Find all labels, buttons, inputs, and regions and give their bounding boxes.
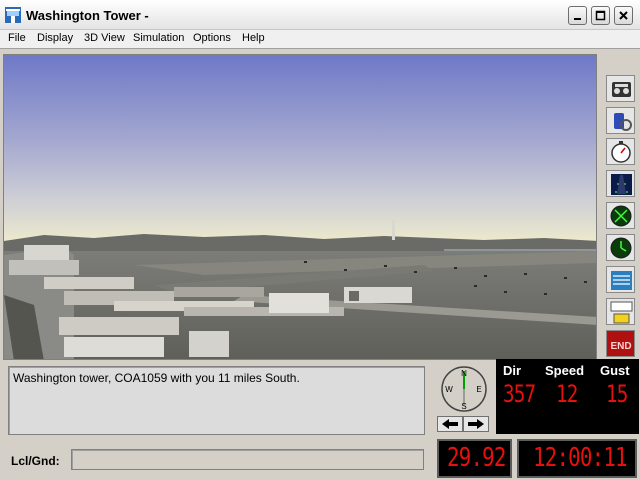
wind-direction: 357	[503, 380, 536, 408]
compass-icon: N W E S	[441, 366, 487, 412]
menu-3d-view[interactable]: 3D View	[84, 32, 125, 44]
mask-button[interactable]	[606, 107, 635, 134]
runway-button[interactable]	[606, 170, 635, 197]
radar-button[interactable]	[606, 202, 635, 229]
tower-app-icon	[5, 7, 21, 23]
lcl-gnd-input[interactable]	[71, 449, 424, 470]
radar-clock-icon	[610, 237, 632, 259]
window-title: Washington Tower -	[26, 8, 149, 23]
wind-dir-label: Dir	[503, 363, 522, 378]
rotate-left-button[interactable]	[437, 416, 463, 432]
menu-help[interactable]: Help	[242, 32, 265, 44]
compass-s: S	[461, 402, 466, 411]
compass-n: N	[461, 369, 467, 378]
arrow-right-icon	[468, 419, 484, 429]
strip-icon	[610, 301, 633, 324]
menu-options[interactable]: Options	[193, 32, 231, 44]
close-button[interactable]	[614, 6, 633, 25]
end-icon: END	[610, 341, 631, 352]
message-text: Washington tower, COA1059 with you 11 mi…	[13, 371, 300, 385]
mask-icon	[614, 113, 632, 131]
maximize-button[interactable]	[591, 6, 610, 25]
radar-clock-button[interactable]	[606, 234, 635, 261]
strip-button[interactable]	[606, 298, 635, 325]
altimeter-value: 29.92	[447, 443, 506, 473]
stopwatch-button[interactable]	[606, 138, 635, 165]
list-button[interactable]	[606, 266, 635, 293]
list-icon	[611, 271, 632, 290]
radio-icon	[612, 82, 631, 97]
clock-value: 12:00:11	[533, 443, 628, 473]
app-window: Washington Tower - File Display 3D View …	[0, 0, 640, 480]
minimize-button[interactable]	[568, 6, 587, 25]
wind-gust: 15	[606, 380, 628, 408]
menu-simulation[interactable]: Simulation	[133, 32, 184, 44]
right-toolbar: END	[601, 73, 639, 358]
lcl-gnd-label: Lcl/Gnd:	[11, 454, 60, 468]
title-bar[interactable]: Washington Tower -	[0, 0, 640, 30]
radar-icon	[610, 205, 632, 227]
svg-text:END: END	[610, 341, 631, 352]
wind-speed: 12	[556, 380, 578, 408]
tower-3d-view[interactable]	[3, 54, 597, 360]
menu-file[interactable]: File	[8, 32, 26, 44]
rotate-right-button[interactable]	[463, 416, 489, 432]
message-panel: Washington tower, COA1059 with you 11 mi…	[8, 366, 425, 435]
maximize-icon	[595, 10, 606, 21]
compass-w: W	[445, 385, 453, 394]
arrow-left-icon	[442, 419, 458, 429]
compass-e: E	[476, 385, 481, 394]
wind-gust-label: Gust	[600, 363, 630, 378]
menu-bar: File Display 3D View Simulation Options …	[0, 30, 640, 49]
close-icon	[619, 11, 628, 20]
runway-icon	[611, 174, 632, 195]
minimize-icon	[574, 18, 581, 20]
wind-speed-label: Speed	[545, 363, 585, 378]
menu-display[interactable]: Display	[37, 32, 73, 44]
radio-button[interactable]	[606, 75, 635, 102]
stopwatch-icon	[611, 141, 631, 163]
end-button[interactable]: END	[606, 330, 635, 357]
